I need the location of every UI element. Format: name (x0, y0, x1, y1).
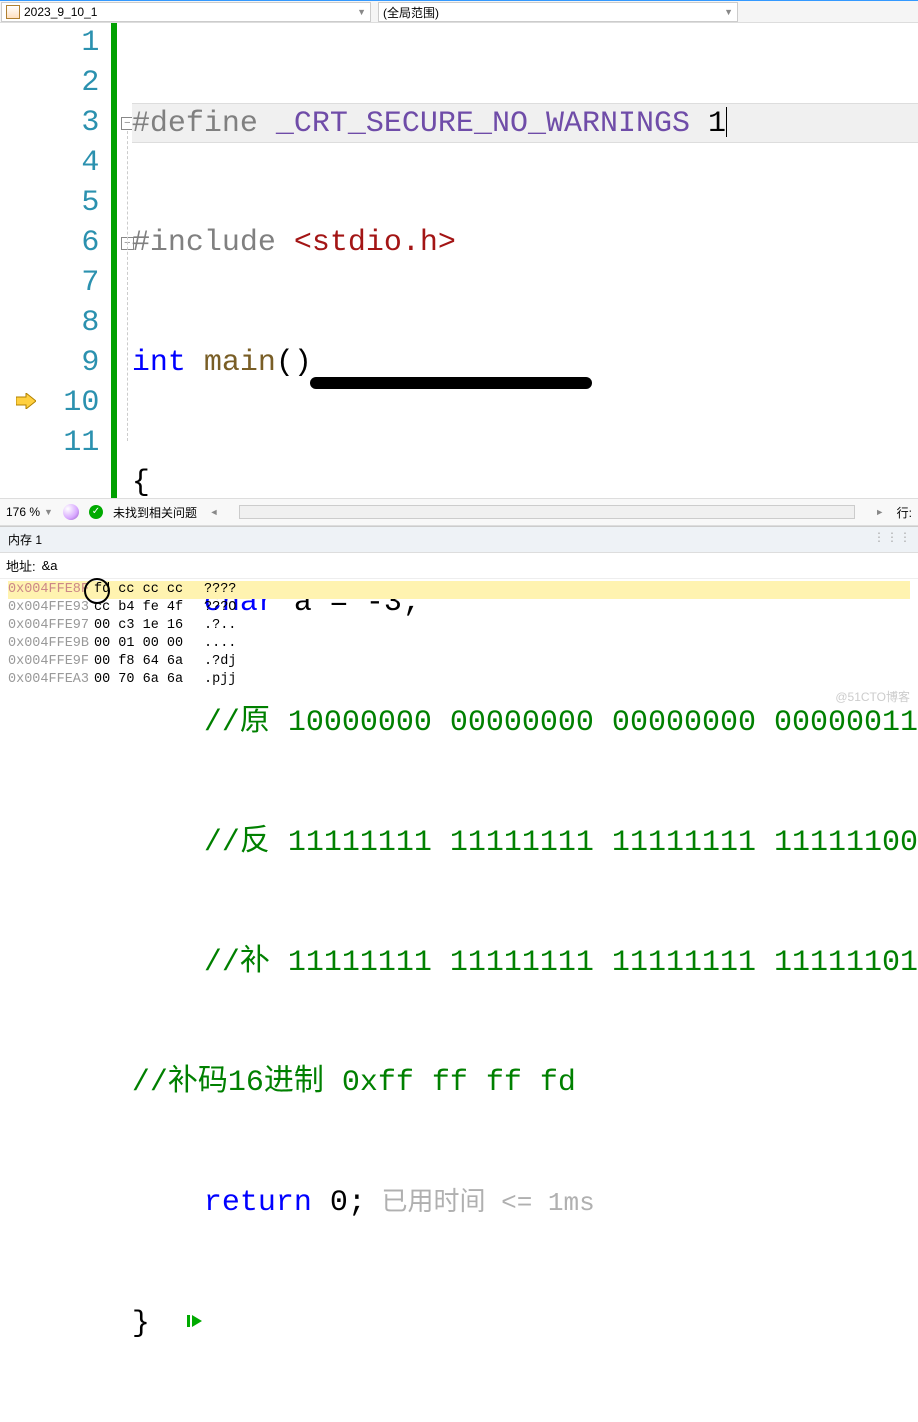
chevron-down-icon: ▼ (44, 507, 53, 517)
memory-bytes: 00 01 00 00 (94, 635, 204, 653)
code-text-area[interactable]: #define _CRT_SECURE_NO_WARNINGS 1 #inclu… (132, 23, 918, 498)
memory-ascii: .... (204, 635, 236, 653)
line-number-gutter: 1 2 3 4 5 6 7 8 9 10 11 (33, 23, 112, 498)
function-scope-label: (全局范围) (383, 4, 439, 21)
function-scope-dropdown[interactable]: (全局范围) ▼ (378, 2, 738, 22)
memory-bytes: fd cc cc cc (94, 581, 204, 599)
fold-gutter: − − (117, 23, 132, 498)
line-number: 7 (33, 263, 100, 303)
file-icon (6, 5, 20, 19)
memory-row: 0x004FFE9B 00 01 00 00 .... (8, 635, 910, 653)
memory-ascii: ???? (204, 581, 236, 599)
line-number: 6 (33, 223, 100, 263)
memory-ascii: ???O (204, 599, 236, 617)
address-label: 地址: (6, 556, 36, 575)
line-number: 4 (33, 143, 100, 183)
zoom-value: 176 % (6, 505, 40, 519)
watermark: @51CTO博客 (835, 688, 910, 705)
file-scope-dropdown[interactable]: 2023_9_10_1 ▼ (1, 2, 371, 22)
memory-bytes: 00 c3 1e 16 (94, 617, 204, 635)
memory-panel-title: 内存 1 ⋮⋮⋮ (0, 527, 918, 553)
memory-bytes: cc b4 fe 4f (94, 599, 204, 617)
memory-row: 0x004FFEA3 00 70 6a 6a .pjj (8, 671, 910, 689)
run-to-click-icon[interactable] (186, 1303, 204, 1343)
memory-row: 0x004FFE8F fd cc cc cc ???? (8, 581, 910, 599)
line-number: 10 (33, 383, 100, 423)
file-scope-label: 2023_9_10_1 (24, 5, 97, 19)
text-caret (726, 107, 727, 137)
line-number: 1 (33, 23, 100, 63)
timing-codelens: 已用时间 <= 1ms (366, 1188, 595, 1218)
memory-addr: 0x004FFE9B (8, 635, 94, 653)
chevron-down-icon: ▼ (724, 7, 733, 17)
line-number: 3 (33, 103, 100, 143)
memory-row: 0x004FFE93 cc b4 fe 4f ???O (8, 599, 910, 617)
line-number: 11 (33, 423, 100, 463)
code-editor: 1 2 3 4 5 6 7 8 9 10 11 − − #define _CRT… (0, 22, 918, 498)
breakpoint-margin[interactable] (0, 23, 33, 498)
grip-icon[interactable]: ⋮⋮⋮ (873, 530, 912, 544)
memory-addr: 0x004FFE97 (8, 617, 94, 635)
memory-ascii: .pjj (204, 671, 236, 689)
memory-ascii: .?.. (204, 617, 236, 635)
memory-row: 0x004FFE97 00 c3 1e 16 .?.. (8, 617, 910, 635)
execution-pointer-icon (16, 391, 36, 411)
memory-panel: 内存 1 ⋮⋮⋮ 地址: 0x004FFE8F fd cc cc cc ????… (0, 526, 918, 695)
memory-addr: 0x004FFE9F (8, 653, 94, 671)
annotation-circle (84, 578, 110, 604)
memory-bytes: 00 70 6a 6a (94, 671, 204, 689)
horizontal-scrollbar[interactable] (239, 505, 855, 519)
line-number: 9 (33, 343, 100, 383)
memory-addr: 0x004FFE8F (8, 581, 94, 599)
chevron-down-icon: ▼ (357, 7, 366, 17)
line-number: 2 (33, 63, 100, 103)
memory-ascii: .?dj (204, 653, 236, 671)
zoom-dropdown[interactable]: 176 % ▼ (6, 505, 53, 519)
lightbulb-icon[interactable] (63, 504, 79, 520)
fold-guide (127, 131, 128, 441)
line-number: 8 (33, 303, 100, 343)
navigation-bar: 2023_9_10_1 ▼ (全局范围) ▼ (0, 0, 918, 22)
check-icon: ✓ (89, 505, 103, 519)
line-number: 5 (33, 183, 100, 223)
memory-addr: 0x004FFE93 (8, 599, 94, 617)
memory-row: 0x004FFE9F 00 f8 64 6a .?dj (8, 653, 910, 671)
annotation-underline (310, 377, 592, 389)
memory-bytes: 00 f8 64 6a (94, 653, 204, 671)
memory-addr: 0x004FFEA3 (8, 671, 94, 689)
memory-hex-grid[interactable]: 0x004FFE8F fd cc cc cc ???? 0x004FFE93 c… (0, 579, 918, 695)
